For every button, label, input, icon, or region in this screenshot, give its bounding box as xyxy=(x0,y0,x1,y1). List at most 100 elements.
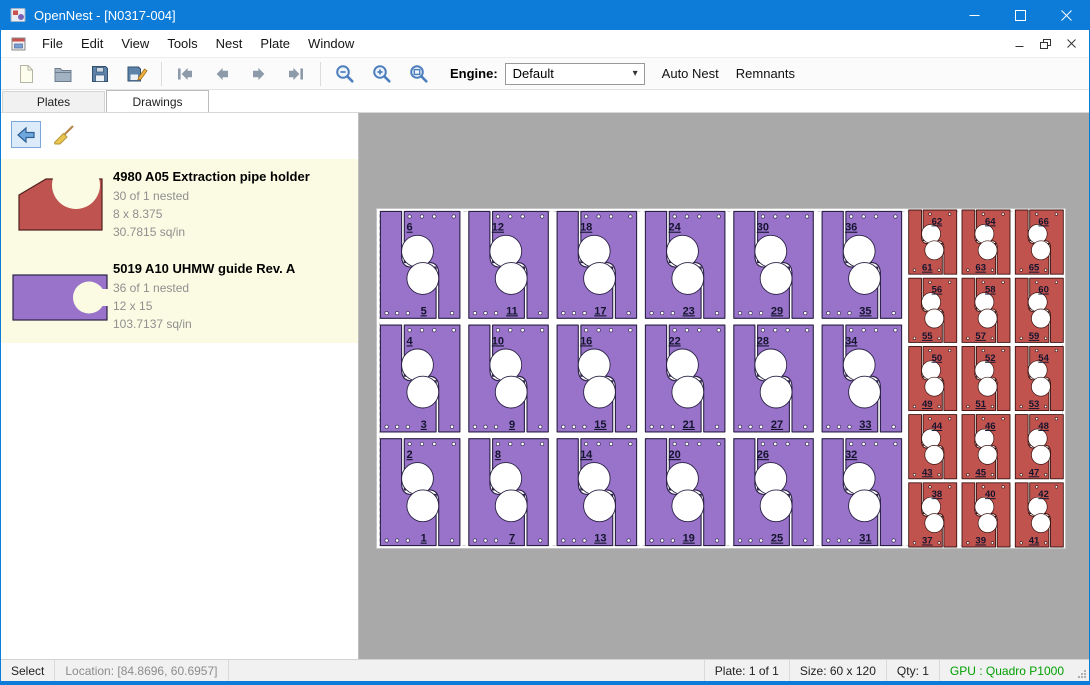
part-number-label: 22 xyxy=(668,335,680,347)
part-number-label: 43 xyxy=(922,467,933,478)
status-qty: Qty: 1 xyxy=(886,660,939,681)
next-arrow-icon xyxy=(249,65,269,83)
previous-plate-button[interactable] xyxy=(207,60,237,88)
plate[interactable]: 6512111817242330293635431091615222128273… xyxy=(376,208,1066,549)
part-number-label: 23 xyxy=(683,305,695,317)
mdi-controls xyxy=(1008,30,1083,57)
menu-tools[interactable]: Tools xyxy=(158,31,206,56)
window-title: OpenNest - [N0317-004] xyxy=(34,8,176,23)
part-number-label: 1 xyxy=(421,533,427,545)
mdi-restore-button[interactable] xyxy=(1034,33,1057,54)
menu-edit[interactable]: Edit xyxy=(72,31,112,56)
mdi-minimize-button[interactable] xyxy=(1008,33,1031,54)
toolbar-separator xyxy=(320,62,321,86)
part-number-label: 38 xyxy=(932,489,943,500)
close-icon xyxy=(1061,10,1072,21)
engine-label: Engine: xyxy=(450,66,498,81)
zoom-fit-button[interactable] xyxy=(403,60,433,88)
part-number-label: 3 xyxy=(421,419,427,431)
first-plate-button[interactable] xyxy=(170,60,200,88)
minimize-button[interactable] xyxy=(951,0,997,30)
status-size: Size: 60 x 120 xyxy=(789,660,886,681)
drawing-list-item[interactable]: 5019 A10 UHMW guide Rev. A 36 of 1 nested… xyxy=(1,251,358,343)
drawings-panel: 4980 A05 Extraction pipe holder30 of 1 n… xyxy=(1,112,359,659)
drawing-size: 8 x 8.375 xyxy=(113,205,310,223)
engine-selected-value: Default xyxy=(506,66,627,81)
part-number-label: 20 xyxy=(668,449,680,461)
status-location: Location: [84.8696, 60.6957] xyxy=(55,660,228,681)
part-number-label: 56 xyxy=(932,285,943,296)
part-number-label: 30 xyxy=(757,222,769,234)
tab-plates[interactable]: Plates xyxy=(2,91,105,112)
menu-nest[interactable]: Nest xyxy=(207,31,252,56)
part-number-label: 54 xyxy=(1038,353,1049,364)
part-number-label: 26 xyxy=(757,449,769,461)
tab-drawings[interactable]: Drawings xyxy=(106,90,209,112)
drawing-list-item[interactable]: 4980 A05 Extraction pipe holder30 of 1 n… xyxy=(1,159,358,251)
part-number-label: 50 xyxy=(932,353,943,364)
drawings-panel-toolbar xyxy=(1,113,358,157)
broom-icon xyxy=(52,124,76,146)
nest-plate-svg[interactable]: 6512111817242330293635431091615222128273… xyxy=(376,208,1066,549)
save-button[interactable] xyxy=(85,60,115,88)
first-arrow-icon xyxy=(175,65,195,83)
part-number-label: 59 xyxy=(1029,331,1040,342)
engine-select[interactable]: Default ▾ xyxy=(505,63,645,85)
part-number-label: 11 xyxy=(506,305,518,317)
part-number-label: 40 xyxy=(985,489,996,500)
part-number-label: 7 xyxy=(509,533,515,545)
clear-drawings-button[interactable] xyxy=(49,121,79,148)
part-number-label: 62 xyxy=(932,216,943,227)
mdi-close-icon xyxy=(1067,39,1076,48)
window-bottom-border xyxy=(1,681,1089,685)
open-file-button[interactable] xyxy=(48,60,78,88)
drawing-thumbnail xyxy=(7,169,113,241)
status-mode: Select xyxy=(1,660,55,681)
menu-window[interactable]: Window xyxy=(299,31,363,56)
import-drawing-button[interactable] xyxy=(11,121,41,148)
app-icon xyxy=(10,7,26,23)
titlebar: OpenNest - [N0317-004] xyxy=(1,0,1089,30)
remnants-button[interactable]: Remnants xyxy=(736,66,795,81)
zoom-in-icon xyxy=(371,63,392,84)
drawing-name: 4980 A05 Extraction pipe holder xyxy=(113,169,310,184)
part-number-label: 39 xyxy=(975,536,986,547)
menu-view[interactable]: View xyxy=(112,31,158,56)
last-plate-button[interactable] xyxy=(281,60,311,88)
zoom-out-button[interactable] xyxy=(329,60,359,88)
drawing-name: 5019 A10 UHMW guide Rev. A xyxy=(113,261,295,276)
zoom-in-button[interactable] xyxy=(366,60,396,88)
part-number-label: 46 xyxy=(985,421,996,432)
save-as-button[interactable] xyxy=(122,60,152,88)
import-arrow-icon xyxy=(15,126,37,144)
zoom-fit-icon xyxy=(408,63,429,84)
part-number-label: 52 xyxy=(985,353,996,364)
auto-nest-button[interactable]: Auto Nest xyxy=(662,66,719,81)
drawing-thumbnail xyxy=(7,261,113,333)
resize-grip[interactable] xyxy=(1074,660,1089,681)
opennest-window: OpenNest - [N0317-004] FileEditViewTools… xyxy=(0,0,1090,685)
part-number-label: 19 xyxy=(683,533,695,545)
part-number-label: 24 xyxy=(668,222,681,234)
drawing-list: 4980 A05 Extraction pipe holder30 of 1 n… xyxy=(1,159,358,343)
sidebar-tab-strip: PlatesDrawings xyxy=(1,90,1089,112)
statusbar: Select Location: [84.8696, 60.6957] Plat… xyxy=(1,659,1089,681)
drawing-nested-count: 36 of 1 nested xyxy=(113,279,295,297)
new-file-button[interactable] xyxy=(11,60,41,88)
menu-plate[interactable]: Plate xyxy=(251,31,299,56)
part-number-label: 60 xyxy=(1038,285,1049,296)
part-number-label: 13 xyxy=(594,533,606,545)
part-number-label: 49 xyxy=(922,399,933,410)
menu-items: FileEditViewToolsNestPlateWindow xyxy=(33,31,363,56)
next-plate-button[interactable] xyxy=(244,60,274,88)
maximize-button[interactable] xyxy=(997,0,1043,30)
close-button[interactable] xyxy=(1043,0,1089,30)
part-number-label: 41 xyxy=(1029,536,1040,547)
nest-canvas[interactable]: 6512111817242330293635431091615222128273… xyxy=(359,112,1089,659)
minimize-icon xyxy=(969,10,980,21)
part-number-label: 45 xyxy=(975,467,986,478)
status-gpu: GPU : Quadro P1000 xyxy=(939,660,1074,681)
menu-file[interactable]: File xyxy=(33,31,72,56)
toolbar-separator xyxy=(161,62,162,86)
mdi-close-button[interactable] xyxy=(1060,33,1083,54)
